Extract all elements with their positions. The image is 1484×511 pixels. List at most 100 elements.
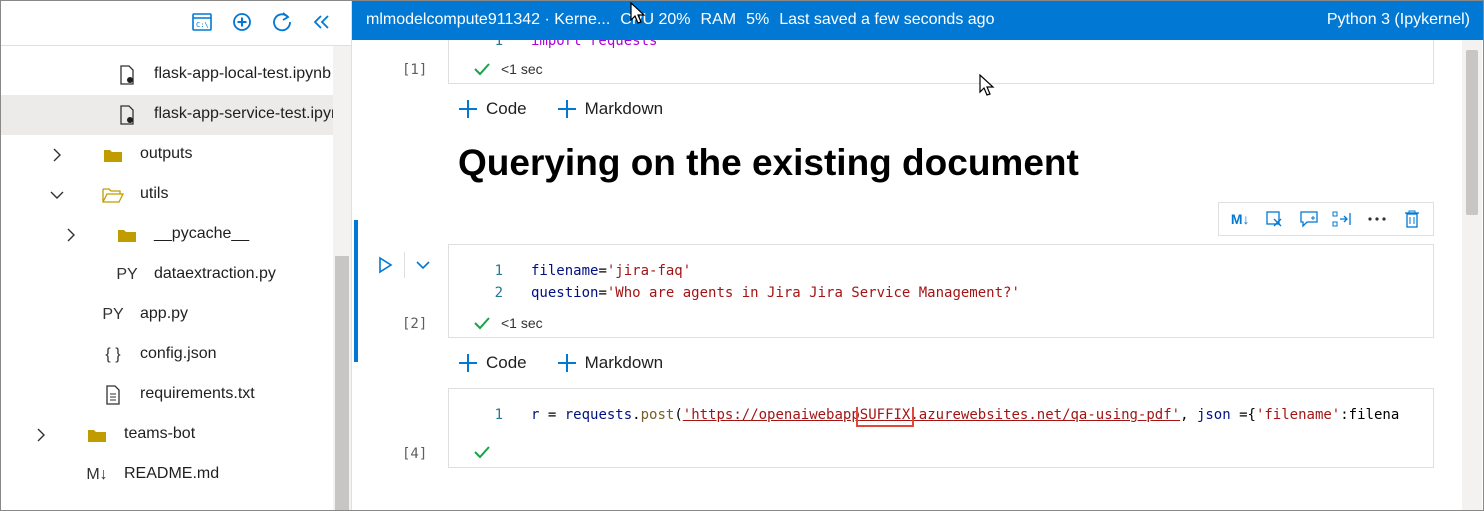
execution-count: [4] xyxy=(402,446,428,462)
code-cell-1[interactable]: 1 import requests <1 sec xyxy=(448,40,1434,84)
code-string-url[interactable]: 'https://openaiwebapp xyxy=(683,407,860,423)
tree-item[interactable]: utils xyxy=(0,175,334,215)
split-cell-icon[interactable] xyxy=(1332,208,1354,230)
line-number: 1 xyxy=(494,407,503,423)
refresh-icon[interactable] xyxy=(270,10,294,34)
markdown-heading[interactable]: Querying on the existing document xyxy=(458,142,1079,184)
notebook-scrollbar-thumb[interactable] xyxy=(1466,50,1478,215)
tree-item[interactable]: flask-app-local-test.ipynb xyxy=(0,55,334,95)
more-icon[interactable] xyxy=(1366,208,1388,230)
mouse-cursor-icon xyxy=(979,74,995,96)
mouse-cursor-icon xyxy=(630,2,646,24)
tree-item-label: __pycache__ xyxy=(154,225,250,242)
run-cell-button[interactable] xyxy=(376,256,394,274)
add-markdown-cell-button[interactable]: Markdown xyxy=(557,99,663,119)
explorer-scrollbar[interactable] xyxy=(333,46,351,511)
success-check-icon xyxy=(474,63,490,76)
cell-execution-status: <1 sec xyxy=(473,61,543,77)
tree-item[interactable]: teams-bot xyxy=(0,415,334,455)
tree-item[interactable]: M↓ README.md xyxy=(0,455,334,495)
code-string: 'Who are agents in Jira Jira Service Man… xyxy=(606,285,1020,301)
code-text[interactable]: filename='jira-faq' xyxy=(531,263,691,279)
divider xyxy=(404,252,405,278)
folder-icon xyxy=(116,225,138,245)
markdown-toggle-icon[interactable]: M↓ xyxy=(1229,208,1251,230)
ram-usage: 5% xyxy=(746,11,770,28)
save-status: Last saved a few seconds ago xyxy=(779,11,995,28)
notebook-icon xyxy=(116,65,138,85)
add-cell-bar: Code Markdown xyxy=(458,95,663,123)
tree-item-label: config.json xyxy=(140,345,217,362)
code-line[interactable]: 1 import requests xyxy=(449,40,1429,55)
plus-icon xyxy=(557,100,576,118)
tree-item-label: dataextraction.py xyxy=(154,265,276,282)
code-cell-3[interactable]: 1 r = requests.post('https://openaiwebap… xyxy=(448,388,1434,468)
notebook-scrollbar[interactable] xyxy=(1462,40,1482,511)
code-string: 'jira-faq' xyxy=(606,263,692,279)
code-object: requests xyxy=(564,407,633,423)
tree-item[interactable]: flask-app-service-test.ipynb xyxy=(0,95,334,135)
add-cell-bar: Code Markdown xyxy=(458,349,663,377)
clear-output-icon[interactable] xyxy=(1263,208,1285,230)
execution-count: [1] xyxy=(402,62,428,78)
code-text[interactable]: r = requests.post('https://openaiwebappS… xyxy=(531,407,1399,427)
explorer-toolbar: C:\ xyxy=(0,0,351,46)
cell-toolbar: M↓ xyxy=(1218,202,1434,236)
line-number: 1 xyxy=(494,263,503,279)
tree-item-label: utils xyxy=(140,185,169,202)
chevron-down-icon xyxy=(416,261,430,270)
json-file-icon: { } xyxy=(105,346,121,363)
code-operator: = xyxy=(598,285,607,301)
code-paren: ( xyxy=(674,407,683,423)
tree-item[interactable]: __pycache__ xyxy=(0,215,334,255)
add-code-cell-button[interactable]: Code xyxy=(458,353,527,373)
terminal-icon[interactable]: C:\ xyxy=(190,10,214,34)
compute-status: mlmodelcompute911342 · Kerne... CPU 20% RA… xyxy=(366,11,1004,29)
code-variable: filename xyxy=(531,263,599,279)
tree-item-label: outputs xyxy=(140,145,193,162)
code-keyword-arg: json xyxy=(1196,407,1231,423)
comment-icon[interactable] xyxy=(1298,208,1320,230)
kernel-selector[interactable]: Python 3 (Ipykernel) xyxy=(1327,11,1470,29)
tree-item-label: flask-app-local-test.ipynb xyxy=(154,65,331,82)
tree-item-label: requirements.txt xyxy=(140,385,255,402)
explorer-scrollbar-thumb[interactable] xyxy=(335,256,349,511)
plus-icon xyxy=(459,100,477,118)
code-string: 'filename' xyxy=(1255,407,1341,423)
code-cell-2[interactable]: 1 filename='jira-faq' 2 question='Who ar… xyxy=(448,244,1434,338)
chevron-right-icon[interactable] xyxy=(50,148,64,162)
tree-item-label: flask-app-service-test.ipynb xyxy=(154,105,334,122)
tree-item[interactable]: outputs xyxy=(0,135,334,175)
code-function: post xyxy=(640,407,675,423)
notebook-editor: 1 import requests <1 sec [1] Code Markdo… xyxy=(352,40,1462,511)
code-comma: , xyxy=(1180,407,1197,423)
python-file-icon: PY xyxy=(116,266,138,283)
file-explorer: C:\ flask-app-local-test.ipynb flask-app-… xyxy=(0,0,352,511)
tree-item[interactable]: PY dataextraction.py xyxy=(0,255,334,295)
collapse-cell-button[interactable] xyxy=(414,256,432,274)
success-check-icon xyxy=(474,317,490,330)
code-line[interactable]: 1 r = requests.post('https://openaiwebap… xyxy=(449,407,1433,429)
code-string-url[interactable]: .azurewebsites.net/qa-using-pdf' xyxy=(910,407,1180,423)
url-suffix-highlight[interactable]: SUFFIX xyxy=(855,407,915,427)
code-text[interactable]: import requests xyxy=(531,40,657,49)
delete-icon[interactable] xyxy=(1401,208,1423,230)
add-markdown-label: Markdown xyxy=(584,353,664,372)
chevron-down-icon[interactable] xyxy=(50,188,64,202)
code-line[interactable]: 1 filename='jira-faq' xyxy=(449,263,1429,285)
tree-item[interactable]: requirements.txt xyxy=(0,375,334,415)
compute-name[interactable]: mlmodelcompute911342 · Kerne... xyxy=(366,11,610,28)
add-code-cell-button[interactable]: Code xyxy=(458,99,527,119)
chevron-right-icon[interactable] xyxy=(64,228,78,242)
python-file-icon: PY xyxy=(102,306,124,323)
code-line[interactable]: 2 question='Who are agents in Jira Jira … xyxy=(449,285,1429,307)
add-icon[interactable] xyxy=(230,10,254,34)
line-number: 2 xyxy=(494,285,503,301)
chevron-right-icon[interactable] xyxy=(34,428,48,442)
tree-item[interactable]: PY app.py xyxy=(0,295,334,335)
add-markdown-cell-button[interactable]: Markdown xyxy=(557,353,663,373)
tree-item[interactable]: { } config.json xyxy=(0,335,334,375)
code-dot: . xyxy=(632,407,641,423)
collapse-icon[interactable] xyxy=(310,10,334,34)
code-text[interactable]: question='Who are agents in Jira Jira Se… xyxy=(531,285,1020,301)
